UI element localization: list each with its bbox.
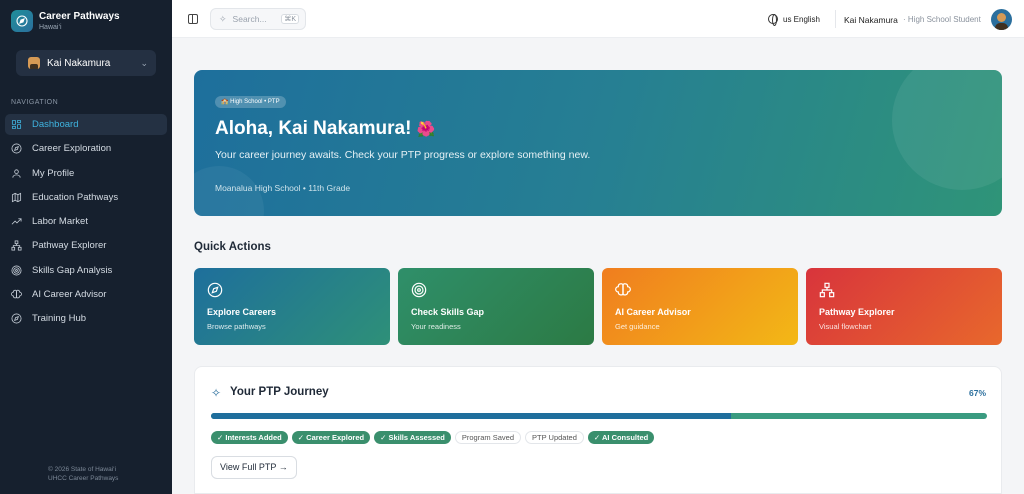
card-title: Check Skills Gap [411, 307, 485, 317]
sidebar-item-label: Skills Gap Analysis [32, 264, 113, 276]
user-icon [11, 168, 22, 179]
sidebar-item-my-profile[interactable]: My Profile [5, 163, 167, 184]
brand-title: Career Pathways [39, 10, 120, 22]
sparkle-icon: ✧ [219, 13, 227, 24]
language-selector[interactable]: us English [768, 14, 820, 26]
user-name: Kai Nakamura [844, 15, 898, 25]
brand[interactable]: Career Pathways Hawai‘i [11, 10, 120, 32]
sidebar-toggle-icon[interactable] [188, 14, 198, 24]
sidebar-item-label: My Profile [32, 167, 75, 179]
hibiscus-icon: 🌺 [416, 121, 436, 138]
sparkle-icon: ✧ [211, 386, 222, 400]
copyright-line: © 2026 State of Hawai‘i [48, 466, 117, 473]
greeting-text: Aloha, Kai Nakamura! [215, 118, 412, 139]
user-switcher-name: Kai Nakamura [47, 57, 111, 69]
flowchart-icon [819, 282, 835, 298]
sidebar: Career Pathways Hawai‘i Kai Nakamura ⌄ N… [0, 0, 172, 494]
card-subtitle: Visual flowchart [819, 322, 872, 331]
card-subtitle: Get guidance [615, 322, 660, 331]
copyright-line: UHCC Career Pathways [48, 475, 119, 482]
sidebar-item-skills-gap-analysis[interactable]: Skills Gap Analysis [5, 260, 167, 281]
search-input[interactable]: ✧ Search... ⌘K [210, 8, 306, 30]
milestone-chip: Program Saved [454, 431, 521, 444]
flowchart-icon [11, 240, 22, 251]
card-title: AI Career Advisor [615, 307, 691, 317]
search-placeholder: Search... [232, 14, 267, 24]
sidebar-item-label: Training Hub [32, 313, 87, 325]
milestone-chip: PTP Updated [525, 431, 584, 444]
section-heading: Quick Actions [194, 241, 271, 253]
ptp-title: Your PTP Journey [230, 386, 329, 398]
welcome-description: Your career journey awaits. Check your P… [215, 149, 591, 161]
nav-heading: NAVIGATION [11, 99, 59, 106]
dashboard-icon [11, 119, 22, 130]
sidebar-item-pathway-explorer[interactable]: Pathway Explorer [5, 235, 167, 256]
school-info: Moanalua High School • 11th Grade [215, 183, 351, 193]
language-label: us English [783, 14, 820, 24]
milestone-chip: ✓ Skills Assessed [374, 431, 451, 444]
sidebar-item-label: Education Pathways [32, 191, 119, 203]
sidebar-item-label: Dashboard [32, 119, 79, 130]
target-icon [411, 282, 427, 298]
sidebar-item-label: Labor Market [32, 216, 88, 228]
user-role: · High School Student [903, 15, 981, 24]
sidebar-item-label: Career Exploration [32, 143, 112, 155]
welcome-banner: 🏫 High School • PTP Aloha, Kai Nakamura!… [194, 70, 1002, 216]
brand-subtitle: Hawai‘i [39, 23, 62, 31]
explore-careers-card[interactable]: Explore Careers Browse pathways [194, 268, 390, 345]
topbar: ✧ Search... ⌘K us English Kai Nakamura ·… [172, 0, 1024, 38]
sidebar-item-labor-market[interactable]: Labor Market [5, 211, 167, 232]
brain-icon [11, 289, 22, 300]
view-full-ptp-button[interactable]: View Full PTP → [211, 456, 297, 479]
sidebar-item-ai-career-advisor[interactable]: AI Career Advisor [5, 284, 167, 305]
user-switcher[interactable]: Kai Nakamura ⌄ [16, 50, 156, 76]
compass-icon [11, 313, 22, 324]
card-title: Pathway Explorer [819, 307, 895, 317]
avatar [28, 57, 40, 69]
trending-up-icon [11, 216, 22, 227]
avatar[interactable] [991, 9, 1012, 30]
decorative-circle [892, 70, 1002, 190]
sidebar-item-career-exploration[interactable]: Career Exploration [5, 138, 167, 159]
page-title: Aloha, Kai Nakamura! 🌺 [215, 118, 435, 140]
milestone-chip: ✓ AI Consulted [587, 431, 655, 444]
card-title: Explore Careers [207, 307, 277, 317]
milestone-chips: ✓ Interests Added ✓ Career Explored ✓ Sk… [211, 431, 658, 444]
brain-icon [615, 282, 631, 298]
map-icon [11, 192, 22, 203]
pathway-explorer-card[interactable]: Pathway Explorer Visual flowchart [806, 268, 1002, 345]
compass-logo-icon [11, 10, 33, 32]
card-subtitle: Your readiness [411, 322, 461, 331]
divider [835, 10, 836, 28]
sidebar-item-label: Pathway Explorer [32, 240, 107, 252]
ptp-journey-panel: ✧ Your PTP Journey 67% ✓ Interests Added… [194, 366, 1002, 494]
milestone-chip: ✓ Career Explored [291, 431, 371, 444]
progress-percent: 67% [968, 388, 986, 398]
shortcut-hint: ⌘K [281, 14, 299, 24]
sidebar-nav: Dashboard Career Exploration My Profile … [5, 114, 167, 333]
progress-bar-fill [211, 413, 731, 419]
check-skills-gap-card[interactable]: Check Skills Gap Your readiness [398, 268, 594, 345]
status-badge: 🏫 High School • PTP [215, 96, 286, 108]
ai-career-advisor-card[interactable]: AI Career Advisor Get guidance [602, 268, 798, 345]
progress-bar [211, 413, 987, 419]
copyright: © 2026 State of Hawai‘i UHCC Career Path… [48, 465, 118, 483]
card-subtitle: Browse pathways [207, 322, 266, 331]
chevron-down-icon: ⌄ [140, 57, 148, 68]
target-icon [11, 265, 22, 276]
sidebar-item-dashboard[interactable]: Dashboard [5, 114, 167, 135]
sidebar-item-training-hub[interactable]: Training Hub [5, 308, 167, 329]
globe-icon [768, 14, 778, 26]
sidebar-item-education-pathways[interactable]: Education Pathways [5, 187, 167, 208]
sidebar-item-label: AI Career Advisor [32, 289, 107, 301]
compass-icon [207, 282, 223, 298]
milestone-chip: ✓ Interests Added [211, 431, 288, 444]
compass-icon [11, 143, 22, 154]
